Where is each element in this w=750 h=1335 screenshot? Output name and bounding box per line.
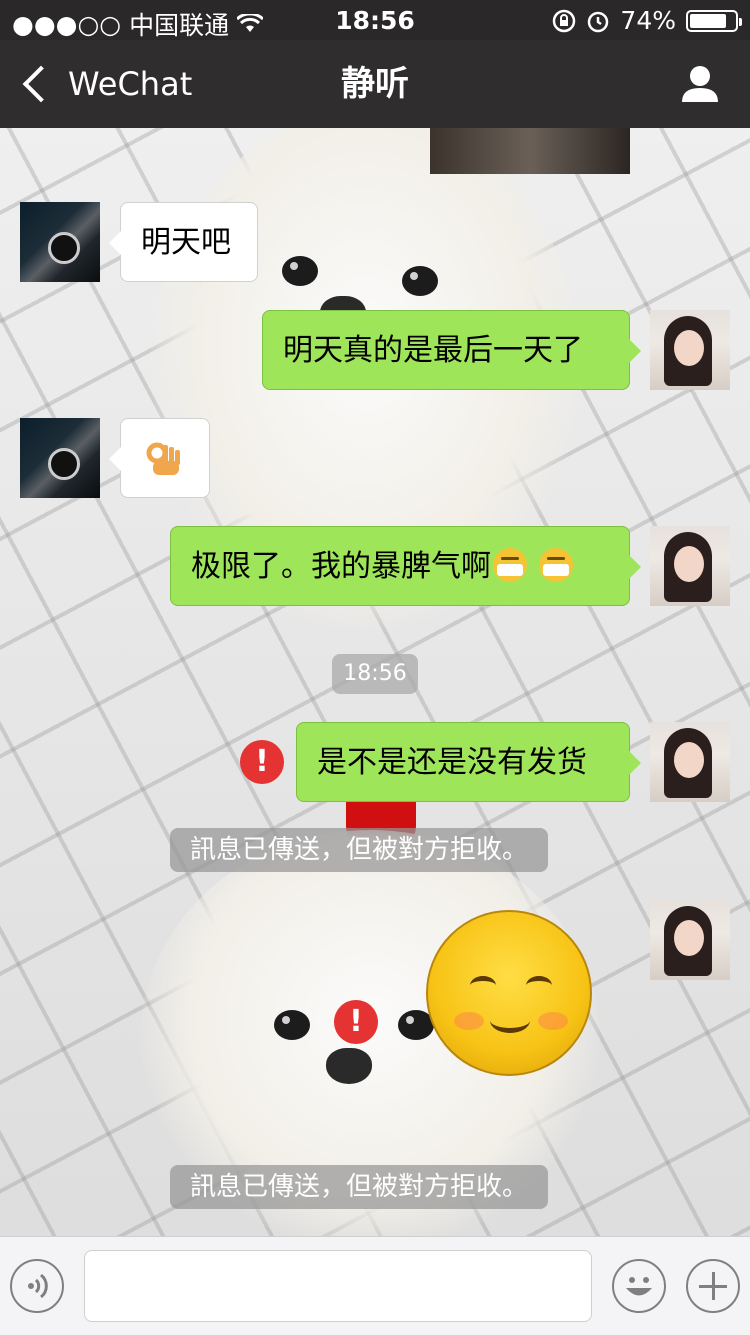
mask-face-emoji-icon bbox=[493, 548, 527, 582]
voice-button[interactable] bbox=[10, 1259, 64, 1313]
status-bar: ●●●○○ 中国联通 18:56 74% bbox=[0, 0, 750, 40]
more-button[interactable] bbox=[686, 1259, 740, 1313]
sent-message[interactable]: 是不是还是没有发货 bbox=[296, 722, 641, 802]
navigation-bar: WeChat 静听 bbox=[0, 40, 750, 128]
ok-hand-emoji-icon bbox=[146, 442, 180, 475]
resend-error-icon[interactable]: ! bbox=[240, 740, 284, 784]
message-timestamp: 18:56 bbox=[332, 654, 418, 694]
orientation-lock-icon bbox=[553, 9, 576, 32]
image-message-partial[interactable] bbox=[430, 128, 630, 174]
sent-message[interactable]: 极限了。我的暴脾气啊 bbox=[170, 526, 641, 606]
my-avatar[interactable] bbox=[650, 310, 730, 390]
alarm-icon bbox=[588, 11, 609, 32]
dog-nose bbox=[326, 1048, 372, 1084]
message-input[interactable] bbox=[84, 1250, 592, 1322]
chat-input-bar bbox=[0, 1236, 750, 1335]
my-avatar[interactable] bbox=[650, 722, 730, 802]
dog-eye bbox=[282, 256, 318, 286]
sticker-blush bbox=[454, 1012, 484, 1030]
my-avatar[interactable] bbox=[650, 900, 730, 980]
rejected-notice: 訊息已傳送，但被對方拒收。 bbox=[170, 1165, 549, 1209]
shy-smile-sticker[interactable] bbox=[426, 910, 592, 1076]
resend-error-icon[interactable]: ! bbox=[334, 1000, 378, 1044]
rejected-notice: 訊息已傳送，但被對方拒收。 bbox=[170, 828, 549, 872]
sticker-eye bbox=[526, 976, 552, 995]
contact-avatar[interactable] bbox=[20, 202, 100, 282]
dog-eye bbox=[274, 1010, 310, 1040]
emoji-button[interactable] bbox=[612, 1259, 666, 1313]
sticker-blush bbox=[538, 1012, 568, 1030]
profile-icon[interactable] bbox=[680, 64, 720, 104]
battery-icon bbox=[686, 9, 742, 32]
message-text: 极限了。我的暴脾气啊 bbox=[191, 549, 491, 584]
my-avatar[interactable] bbox=[650, 526, 730, 606]
plus-icon bbox=[699, 1272, 727, 1300]
battery-level bbox=[690, 13, 726, 28]
battery-percent: 74% bbox=[620, 6, 676, 35]
emoji-icon bbox=[626, 1277, 652, 1296]
sent-message[interactable]: 明天真的是最后一天了 bbox=[262, 310, 641, 390]
mask-face-emoji-icon bbox=[538, 548, 573, 582]
chat-title: 静听 bbox=[341, 64, 409, 104]
contact-avatar[interactable] bbox=[20, 418, 100, 498]
received-emoji-message[interactable] bbox=[109, 418, 210, 498]
received-message[interactable]: 明天吧 bbox=[109, 202, 258, 282]
dog-eye bbox=[402, 266, 438, 296]
voice-icon bbox=[28, 1273, 48, 1299]
sticker-eye bbox=[470, 976, 496, 995]
sticker-mouth bbox=[490, 1008, 530, 1033]
